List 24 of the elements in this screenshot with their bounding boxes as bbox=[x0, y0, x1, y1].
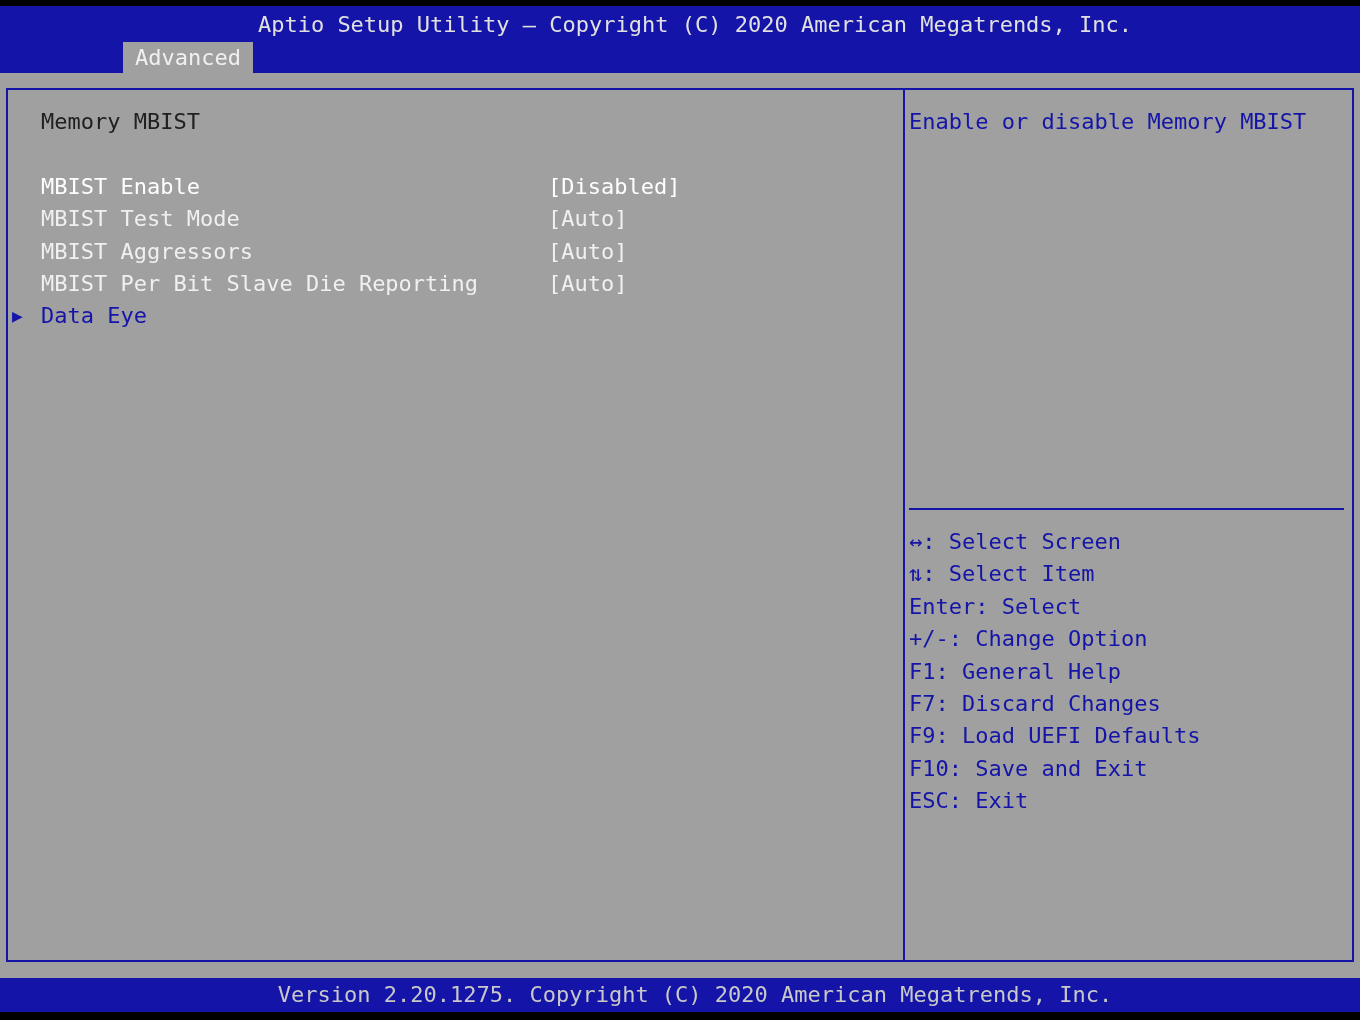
setting-label[interactable]: MBIST Enable bbox=[41, 170, 548, 204]
key-hint: F7: Discard Changes bbox=[909, 690, 1162, 719]
key-hint: F10: Save and Exit bbox=[909, 754, 1149, 783]
setting-label[interactable]: MBIST Per Bit Slave Die Reporting bbox=[41, 267, 548, 301]
tab[interactable]: Advanced bbox=[123, 42, 253, 73]
setting-value[interactable]: [Disabled] bbox=[548, 170, 681, 204]
key-hint: F1: General Help bbox=[909, 657, 1122, 686]
window-title: Aptio Setup Utility – Copyright (C) 2020 American Megatrends, Inc. bbox=[256, 11, 1133, 39]
setting-label[interactable]: MBIST Aggressors bbox=[41, 235, 548, 268]
key-hint: F9: Load UEFI Defaults bbox=[909, 722, 1202, 751]
section-heading: Memory MBIST bbox=[41, 108, 200, 136]
setting-label[interactable]: MBIST Test Mode bbox=[41, 203, 548, 236]
version-text: Version 2.20.1275. Copyright (C) 2020 American Megatrends, Inc. bbox=[276, 981, 1113, 1009]
setting-value[interactable]: [Auto] bbox=[548, 267, 628, 301]
setting-value[interactable]: [Auto] bbox=[548, 203, 628, 236]
submenu-link[interactable]: Data Eye bbox=[41, 300, 147, 333]
key-hint: ⇅: Select Item bbox=[909, 560, 1096, 589]
key-hint: ESC: Exit bbox=[909, 787, 1030, 816]
submenu-arrow: ▶ bbox=[12, 304, 24, 329]
key-hint: ↔: Select Screen bbox=[909, 528, 1122, 556]
key-hint: +/-: Change Option bbox=[909, 625, 1149, 654]
key-hint: Enter: Select bbox=[909, 592, 1083, 621]
setting-value[interactable]: [Auto] bbox=[548, 235, 628, 268]
help-text: Enable or disable Memory MBIST bbox=[909, 108, 1308, 136]
